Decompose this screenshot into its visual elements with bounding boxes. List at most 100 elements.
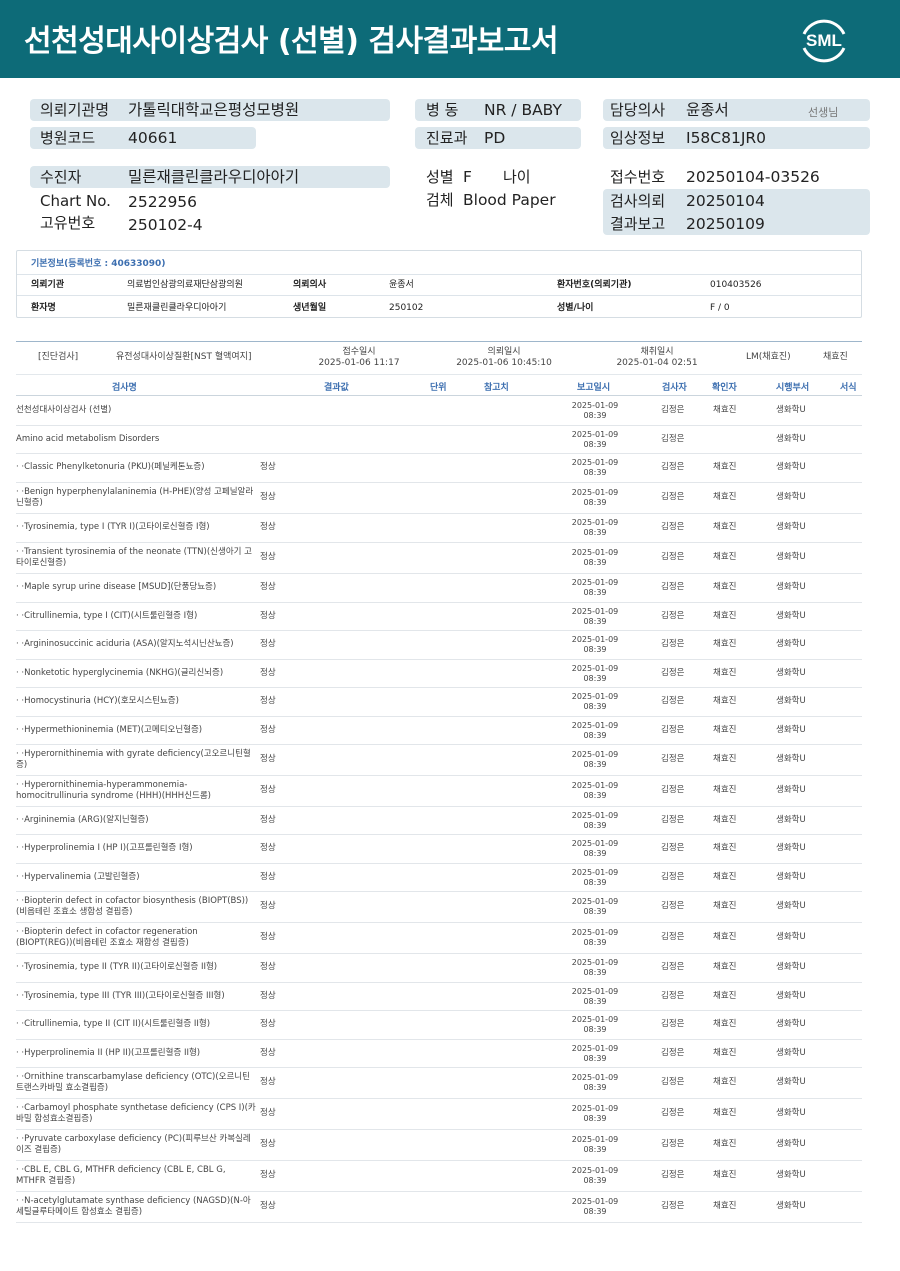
table-row: · ·Maple syrup urine disease [MSUD](단풍당뇨… — [16, 574, 862, 603]
row-tester: 김정은 — [661, 434, 685, 444]
basic-inst-value: 의료법인삼광의료재단삼광의원 — [127, 280, 243, 290]
row-confirmer: 채효진 — [713, 962, 737, 972]
row-test-name: · ·Pyruvate carboxylase deficiency (PC)(… — [16, 1134, 251, 1155]
row-tester: 김정은 — [661, 932, 685, 942]
row-tester: 김정은 — [661, 1019, 685, 1029]
basic-pno-label: 환자번호(의뢰기관) — [557, 280, 632, 290]
row-dept: 생화학U — [776, 1077, 806, 1087]
age-label: 나이 — [503, 168, 531, 186]
table-row: · ·Biopterin defect in cofactor biosynth… — [16, 892, 862, 923]
row-result: 정상 — [260, 785, 276, 795]
table-row: · ·Biopterin defect in cofactor regenera… — [16, 923, 862, 954]
sml-logo: SML — [796, 12, 852, 68]
row-report-date: 2025-01-09 08:39 — [571, 607, 619, 626]
row-report-date: 2025-01-09 08:39 — [571, 868, 619, 887]
row-confirmer: 채효진 — [713, 1108, 737, 1118]
basic-pno-value: 010403526 — [710, 280, 762, 290]
table-row: · ·Hyperprolinemia II (HP II)(고프롤린혈증 II형… — [16, 1040, 862, 1068]
basic-doc-value: 윤종서 — [389, 280, 414, 290]
row-tester: 김정은 — [661, 1201, 685, 1211]
row-dept: 생화학U — [776, 639, 806, 649]
sex-label: 성별 — [426, 168, 454, 186]
institution-value: 가톨릭대학교은평성모병원 — [128, 101, 300, 119]
row-result: 정상 — [260, 843, 276, 853]
row-confirmer: 채효진 — [713, 1019, 737, 1029]
row-dept: 생화학U — [776, 552, 806, 562]
specimen-label: 검체 — [426, 191, 454, 209]
row-report-date: 2025-01-09 08:39 — [571, 488, 619, 507]
row-tester: 김정은 — [661, 611, 685, 621]
table-row: · ·Citrullinemia, type I (CIT)(시트룰린혈증 I형… — [16, 603, 862, 631]
doctor-suffix: 선생님 — [808, 106, 839, 119]
row-dept: 생화학U — [776, 696, 806, 706]
row-result: 정상 — [260, 492, 276, 502]
table-row: · ·Benign hyperphenylalaninemia (H-PHE)(… — [16, 483, 862, 514]
row-report-date: 2025-01-09 08:39 — [571, 721, 619, 740]
row-result: 정상 — [260, 754, 276, 764]
report-title: 선천성대사이상검사 (선별) 검사결과보고서 — [24, 24, 559, 59]
row-tester: 김정은 — [661, 462, 685, 472]
row-test-name: · ·CBL E, CBL G, MTHFR deficiency (CBL E… — [16, 1165, 226, 1186]
row-report-date: 2025-01-09 08:39 — [571, 1044, 619, 1063]
recipient-label: 수진자 — [40, 168, 82, 186]
row-tester: 김정은 — [661, 405, 685, 415]
row-confirmer: 채효진 — [713, 405, 737, 415]
table-row: · ·Hypervalinemia (고발린혈증) 정상 2025-01-09 08… — [16, 864, 862, 892]
row-tester: 김정은 — [661, 522, 685, 532]
row-dept: 생화학U — [776, 991, 806, 1001]
results-table-header: 검사명 결과값 단위 참고치 보고일시 검사자 확인자 시행부서 서식 — [16, 374, 862, 396]
row-tester: 김정은 — [661, 696, 685, 706]
row-result: 정상 — [260, 962, 276, 972]
row-dept: 생화학U — [776, 1048, 806, 1058]
row-report-date: 2025-01-09 08:39 — [571, 811, 619, 830]
col-header-result: 결과값 — [324, 383, 349, 393]
basic-info-divider-2 — [17, 295, 861, 296]
row-test-name: · ·Citrullinemia, type I (CIT)(시트룰린혈증 I형… — [16, 611, 198, 621]
section-lm-name: 채효진 — [823, 352, 848, 362]
row-result: 정상 — [260, 696, 276, 706]
row-tester: 김정은 — [661, 1077, 685, 1087]
row-tester: 김정은 — [661, 1139, 685, 1149]
table-row: · ·Argininemia (ARG)(알지닌혈증) 정상 2025-01-09 … — [16, 807, 862, 835]
row-test-name: · ·Carbamoyl phosphate synthetase defici… — [16, 1103, 256, 1124]
row-result: 정상 — [260, 668, 276, 678]
row-result: 정상 — [260, 991, 276, 1001]
col-header-tester: 검사자 — [662, 383, 687, 393]
row-test-name: · ·Benign hyperphenylalaninemia (H-PHE)(… — [16, 487, 254, 508]
clinical-value: I58C81JR0 — [686, 129, 767, 147]
row-test-name: 선천성대사이상검사 (선별) — [16, 405, 112, 415]
row-confirmer: 채효진 — [713, 668, 737, 678]
row-tester: 김정은 — [661, 725, 685, 735]
row-confirmer: 채효진 — [713, 785, 737, 795]
row-report-date: 2025-01-09 08:39 — [571, 635, 619, 654]
reception-label: 접수번호 — [610, 168, 666, 186]
row-test-name: · ·N-acetylglutamate synthase deficiency… — [16, 1196, 251, 1217]
row-report-date: 2025-01-09 08:39 — [571, 1073, 619, 1092]
table-row: · ·Hyperprolinemia I (HP I)(고프롤린혈증 I형) 정상… — [16, 835, 862, 864]
basic-doc-label: 의뢰의사 — [293, 280, 327, 290]
unique-value: 250102-4 — [128, 216, 203, 234]
row-dept: 생화학U — [776, 405, 806, 415]
row-report-date: 2025-01-09 08:39 — [571, 518, 619, 537]
request-value: 20250104 — [686, 192, 765, 210]
row-confirmer: 채효진 — [713, 1139, 737, 1149]
reception-value: 20250104-03526 — [686, 168, 820, 186]
row-tester: 김정은 — [661, 1048, 685, 1058]
row-confirmer: 채효진 — [713, 492, 737, 502]
row-confirmer: 채효진 — [713, 932, 737, 942]
table-row: · ·Citrullinemia, type II (CIT II)(시트룰린혈… — [16, 1011, 862, 1040]
row-confirmer: 채효진 — [713, 522, 737, 532]
section-recv-value: 2025-01-06 11:17 — [318, 358, 400, 368]
report-date-label: 결과보고 — [610, 215, 666, 233]
row-report-date: 2025-01-09 08:39 — [571, 1104, 619, 1123]
row-tester: 김정은 — [661, 668, 685, 678]
row-report-date: 2025-01-09 08:39 — [571, 1015, 619, 1034]
row-confirmer: 채효진 — [713, 843, 737, 853]
table-row: · ·Transient tyrosinemia of the neonate … — [16, 543, 862, 574]
row-dept: 생화학U — [776, 725, 806, 735]
row-test-name: · ·Argininosuccinic aciduria (ASA)(알지노석시… — [16, 639, 234, 649]
row-report-date: 2025-01-09 08:39 — [571, 664, 619, 683]
row-test-name: · ·Hypermethioninemia (MET)(고메티오닌혈증) — [16, 725, 203, 735]
row-result: 정상 — [260, 1170, 276, 1180]
row-tester: 김정은 — [661, 639, 685, 649]
